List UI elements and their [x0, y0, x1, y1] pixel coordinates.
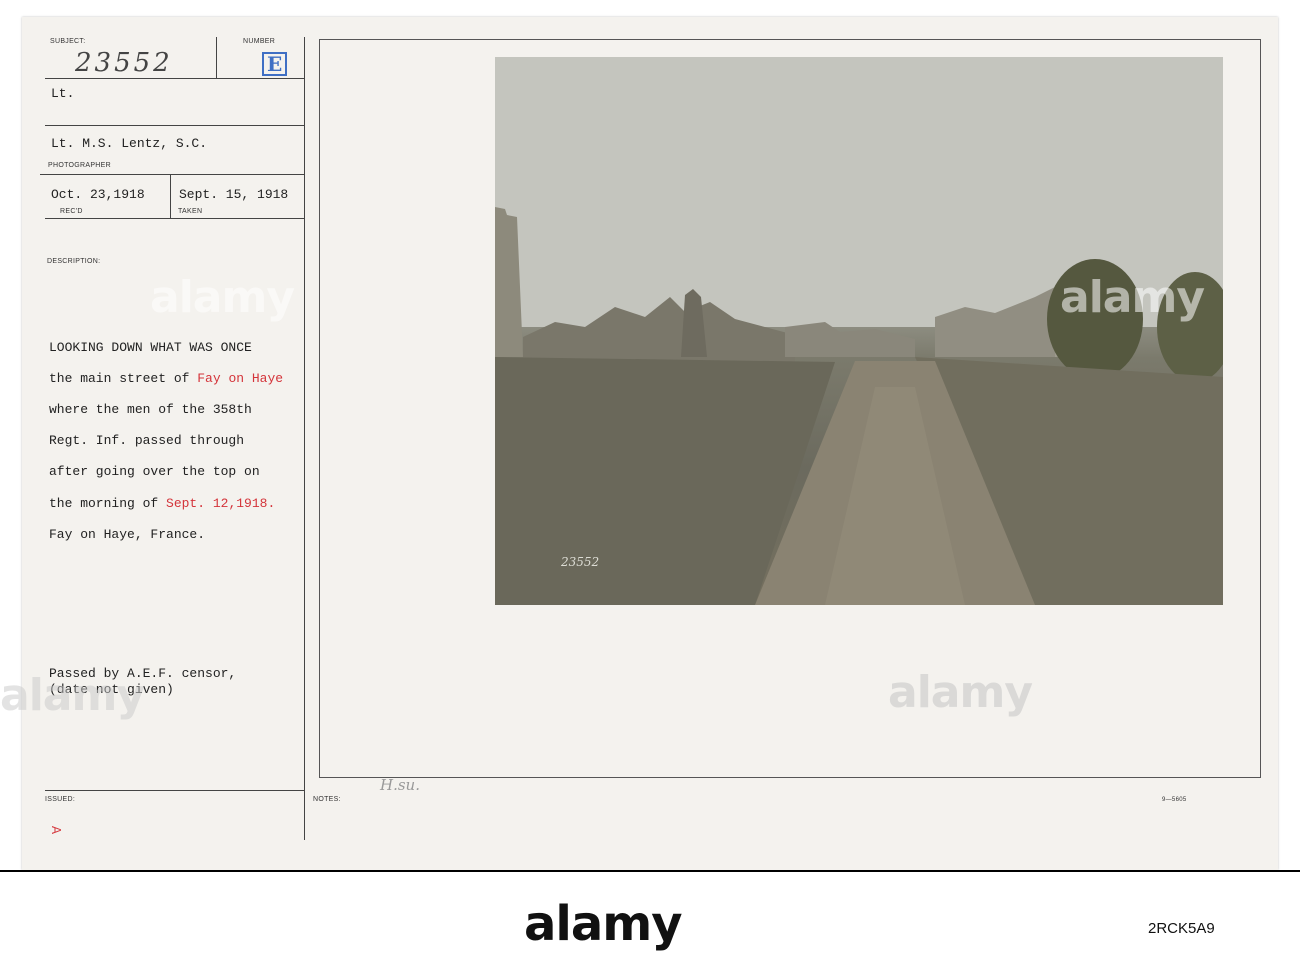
description-line: where the men of the 358th	[49, 401, 252, 417]
place-name: Fay on Haye	[197, 370, 284, 386]
rule-rank	[45, 125, 304, 126]
divider-left-column	[304, 37, 305, 840]
photographer-label: PHOTOGRAPHER	[48, 162, 111, 169]
number-label: NUMBER	[243, 38, 276, 45]
photo-caption-number: 23552	[561, 555, 600, 569]
form-number: 9—5605	[1162, 797, 1187, 803]
stock-brand-logo: alamy	[524, 896, 683, 952]
historical-photo: 23552	[495, 57, 1223, 605]
rule-subject	[45, 78, 304, 79]
description-line: the morning of Sept. 12,1918.	[49, 496, 283, 512]
photo-scene-illustration	[495, 57, 1223, 605]
received-date: Oct. 23,1918	[51, 187, 145, 202]
watermark: alamy	[888, 667, 1033, 718]
notes-handwriting: H.su.	[380, 776, 420, 794]
subject-label: SUBJECT:	[50, 38, 86, 45]
divider-subject-number	[216, 37, 217, 78]
rank: Lt.	[51, 86, 75, 101]
footer-divider	[0, 870, 1300, 872]
notes-label: NOTES:	[313, 796, 341, 803]
description-line: after going over the top on	[49, 464, 260, 480]
number-stamp: E	[262, 52, 288, 76]
received-label: REC'D	[60, 208, 83, 215]
description-block: LOOKING DOWN WHAT WAS ONCE the main stre…	[49, 324, 283, 558]
taken-date: Sept. 15, 1918	[179, 187, 289, 202]
issued-mark: A	[49, 825, 64, 835]
description-text: the morning of	[49, 495, 167, 511]
divider-dates	[170, 174, 171, 218]
rule-issued	[45, 790, 304, 791]
description-text: the main street of	[49, 370, 198, 386]
description-line: Regt. Inf. passed through	[49, 433, 245, 449]
watermark: alamy	[1060, 272, 1205, 323]
watermark: alamy	[150, 272, 295, 323]
description-line: LOOKING DOWN WHAT WAS ONCE	[49, 339, 252, 355]
subject-number: 23552	[75, 48, 173, 78]
description-label: DESCRIPTION:	[47, 258, 101, 265]
rule-dates	[45, 218, 304, 219]
description-line: the main street of Fay on Haye	[49, 371, 283, 387]
description-line: Fay on Haye, France.	[49, 526, 206, 542]
rule-photographer	[40, 174, 304, 175]
event-date: Sept. 12,1918.	[166, 495, 276, 511]
stock-image-id: 2RCK5A9	[1148, 920, 1215, 937]
photographer-name: Lt. M.S. Lentz, S.C.	[51, 136, 208, 151]
watermark: alamy	[0, 670, 145, 721]
taken-label: TAKEN	[178, 208, 203, 215]
issued-label: ISSUED:	[45, 796, 76, 803]
